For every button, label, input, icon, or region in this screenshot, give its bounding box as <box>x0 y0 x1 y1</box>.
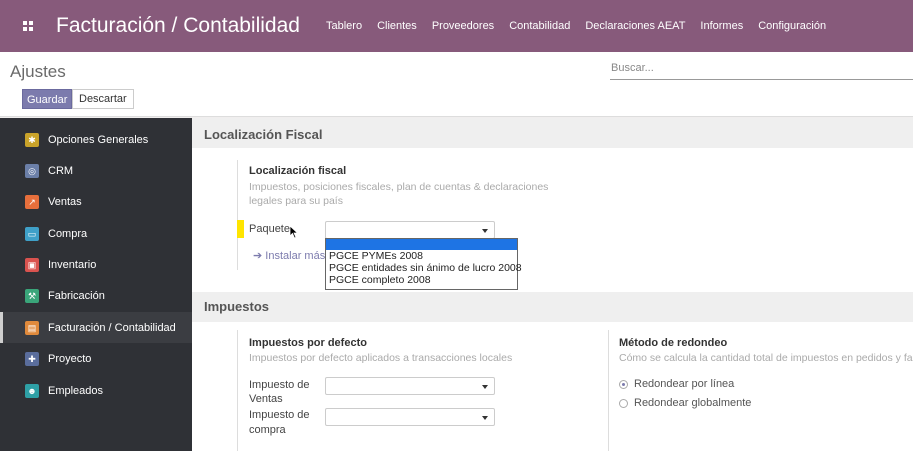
round-globally-radio[interactable]: Redondear globalmente <box>619 397 751 409</box>
chevron-down-icon <box>482 416 488 420</box>
handshake-icon: ◎ <box>25 163 39 178</box>
taxes-section-header <box>192 292 913 322</box>
breadcrumb: Ajustes <box>10 62 66 81</box>
invoice-icon: ▤ <box>25 320 39 335</box>
sidebar-item-label: Opciones Generales <box>48 133 149 146</box>
search-input[interactable]: Buscar... <box>610 60 913 80</box>
sales-tax-label-line1: Impuesto de <box>249 379 310 391</box>
puzzle-icon: ✚ <box>25 351 39 366</box>
fiscal-setting-title: Localización fiscal <box>249 165 347 177</box>
apps-menu-icon[interactable] <box>0 0 56 52</box>
settings-sidebar: ✱ Opciones Generales ◎ CRM ↗ Ventas ▭ Co… <box>0 118 192 451</box>
radio-unchecked-icon <box>619 398 628 408</box>
menu-item-clientes[interactable]: Clientes <box>377 20 417 32</box>
people-icon: ☻ <box>25 383 39 398</box>
chart-icon: ↗ <box>25 194 39 209</box>
sidebar-item-label: Ventas <box>48 195 82 208</box>
sidebar-item-label: Facturación / Contabilidad <box>48 321 176 334</box>
package-select[interactable] <box>325 221 495 239</box>
settings-content: Localización Fiscal Localización fiscal … <box>192 118 913 451</box>
wrench-icon: ⚒ <box>25 288 39 303</box>
dropdown-option-empty[interactable] <box>326 239 517 250</box>
mouse-cursor-icon <box>289 225 299 239</box>
menu-item-configuracion[interactable]: Configuración <box>758 20 826 32</box>
dropdown-option[interactable]: PGCE entidades sin ánimo de lucro 2008 <box>326 262 522 274</box>
sidebar-item-label: Empleados <box>48 384 104 397</box>
round-per-line-radio[interactable]: Redondear por línea <box>619 378 734 390</box>
install-more-link[interactable]: ➔ Instalar más p <box>253 249 334 262</box>
setting-divider <box>237 160 238 270</box>
sidebar-item-fabricacion[interactable]: ⚒ Fabricación <box>0 280 192 311</box>
sidebar-item-facturacion[interactable]: ▤ Facturación / Contabilidad <box>0 312 192 343</box>
menu-item-tablero[interactable]: Tablero <box>326 20 362 32</box>
discard-button[interactable]: Descartar <box>72 89 134 109</box>
purchase-tax-label-line1: Impuesto de <box>249 409 310 421</box>
box-icon: ▣ <box>25 257 39 272</box>
sidebar-item-inventario[interactable]: ▣ Inventario <box>0 249 192 280</box>
sidebar-item-ventas[interactable]: ↗ Ventas <box>0 186 192 217</box>
default-taxes-title: Impuestos por defecto <box>249 337 367 349</box>
menu-item-informes[interactable]: Informes <box>700 20 743 32</box>
top-navbar: Facturación / Contabilidad Tablero Clien… <box>0 0 913 52</box>
main-menu: Tablero Clientes Proveedores Contabilida… <box>326 20 841 32</box>
sidebar-item-label: Fabricación <box>48 289 105 302</box>
arrow-right-icon: ➔ <box>253 250 266 262</box>
sidebar-item-empleados[interactable]: ☻ Empleados <box>0 375 192 406</box>
fiscal-help-line1: Impuestos, posiciones fiscales, plan de … <box>249 181 549 193</box>
dropdown-option[interactable]: PGCE PYMEs 2008 <box>326 250 517 262</box>
dropdown-option[interactable]: PGCE completo 2008 <box>326 274 517 286</box>
card-icon: ▭ <box>25 226 39 241</box>
radio-checked-icon <box>619 379 628 389</box>
fiscal-section-title: Localización Fiscal <box>204 127 323 142</box>
setting-divider <box>237 330 238 451</box>
fiscal-help-line2: legales para su país <box>249 195 343 207</box>
chevron-down-icon <box>482 385 488 389</box>
rounding-help: Cómo se calcula la cantidad total de imp… <box>619 352 913 364</box>
package-label: Paquete <box>249 223 290 235</box>
sidebar-item-crm[interactable]: ◎ CRM <box>0 155 192 186</box>
purchase-tax-select[interactable] <box>325 408 495 426</box>
gear-icon: ✱ <box>25 132 39 147</box>
highlight-marker <box>237 220 244 238</box>
control-panel: Ajustes Guardar Descartar Buscar... <box>0 52 913 117</box>
sidebar-item-label: CRM <box>48 164 74 177</box>
menu-item-contabilidad[interactable]: Contabilidad <box>509 20 570 32</box>
sidebar-item-general[interactable]: ✱ Opciones Generales <box>0 124 192 155</box>
sidebar-item-label: Proyecto <box>48 352 92 365</box>
sidebar-item-label: Compra <box>48 227 88 240</box>
sidebar-item-label: Inventario <box>48 258 97 271</box>
sales-tax-select[interactable] <box>325 377 495 395</box>
package-dropdown[interactable]: PGCE PYMEs 2008 PGCE entidades sin ánimo… <box>325 238 522 290</box>
menu-item-proveedores[interactable]: Proveedores <box>432 20 494 32</box>
sidebar-item-proyecto[interactable]: ✚ Proyecto <box>0 343 192 374</box>
chevron-down-icon <box>482 229 488 233</box>
purchase-tax-label-line2: compra <box>249 424 286 436</box>
app-title[interactable]: Facturación / Contabilidad <box>56 14 300 38</box>
sidebar-item-compra[interactable]: ▭ Compra <box>0 218 192 249</box>
rounding-title: Método de redondeo <box>619 337 728 349</box>
sales-tax-label-line2: Ventas <box>249 393 283 405</box>
menu-item-declaraciones[interactable]: Declaraciones AEAT <box>585 20 685 32</box>
taxes-section-title: Impuestos <box>204 299 270 314</box>
setting-divider <box>608 330 609 451</box>
default-taxes-help: Impuestos por defecto aplicados a transa… <box>249 352 513 364</box>
save-button[interactable]: Guardar <box>22 89 73 109</box>
